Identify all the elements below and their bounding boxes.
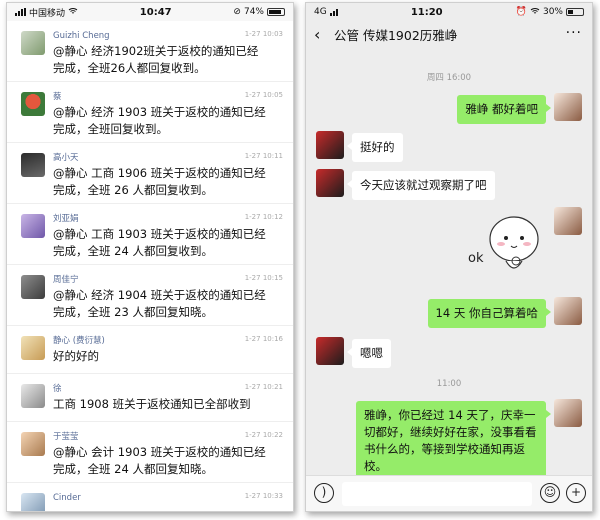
clock: 10:47 [139, 6, 172, 18]
contact-avatar[interactable] [316, 131, 344, 159]
battery-percent: 74% [243, 7, 264, 17]
comment-row[interactable]: 蔡 1-27 10:05 @静心 经济 1903 班关于返校的通知已经完成，全班… [7, 82, 293, 143]
message-area: 周四 16:00 雅峥 都好着吧 挺好的 今天应该就过观察期了吧 ok 14 天… [306, 47, 592, 481]
status-bar: 中国移动 10:47 ⊘ 74% [7, 3, 293, 21]
comment-row[interactable]: 徐 1-27 10:21 工商 1908 班关于返校通知已全部收到 [7, 374, 293, 422]
avatar[interactable] [21, 493, 45, 511]
chat-title: 公管 传媒1902历雅峥 [334, 27, 458, 43]
signal-icon [329, 8, 338, 16]
message-input[interactable] [342, 482, 532, 506]
comment-time: 1-27 10:16 [244, 335, 283, 343]
contact-avatar[interactable] [316, 169, 344, 197]
avatar[interactable] [21, 31, 45, 55]
back-arrow-icon[interactable]: ‹ [314, 25, 328, 44]
message-timestamp: 周四 16:00 [426, 73, 472, 83]
received-message[interactable]: 挺好的 [347, 133, 403, 162]
avatar[interactable] [21, 214, 45, 238]
comment-time: 1-27 10:15 [244, 274, 283, 282]
avatar[interactable] [21, 153, 45, 177]
comments-screen: 中国移动 10:47 ⊘ 74% Guizhi Cheng 1-27 10:03… [6, 2, 294, 512]
comment-text: @静心 会计 1903 班关于返校的通知已经完成，全班 24 人都回复知晓。 [53, 445, 266, 476]
avatar[interactable] [21, 336, 45, 360]
sent-message[interactable]: 14 天 你自己算着哈 [427, 299, 552, 328]
avatar[interactable] [21, 275, 45, 299]
network-type: 4G [314, 7, 327, 17]
comment-text: @静心 工商 1906 班关于返校的通知已经完成，全班 26 人都回复收到。 [53, 166, 266, 197]
comment-row[interactable]: 静心 (费衍慧) 1-27 10:16 好的好的 [7, 326, 293, 374]
wifi-icon [530, 7, 540, 18]
comment-row[interactable]: 刘亚娟 1-27 10:12 @静心 工商 1903 班关于返校的通知已经完成，… [7, 204, 293, 265]
my-avatar[interactable] [554, 399, 582, 427]
signal-icon [15, 8, 26, 16]
chat-screen: 4G 11:20 ⏰ 30% ‹ 公管 传媒1902历雅峥 ··· 周四 16:… [305, 2, 593, 512]
emoji-icon[interactable]: ☺ [540, 483, 560, 503]
battery-percent: 30% [542, 7, 563, 17]
comment-text: 工商 1908 班关于返校通知已全部收到 [53, 397, 251, 411]
comment-time: 1-27 10:11 [244, 152, 283, 160]
sent-message[interactable]: 雅峥 都好着吧 [457, 95, 551, 124]
wifi-icon [68, 7, 78, 18]
carrier: 中国移动 [29, 8, 66, 19]
my-avatar[interactable] [554, 297, 582, 325]
battery-icon [566, 8, 584, 16]
comment-time: 1-27 10:22 [244, 431, 283, 439]
comment-row[interactable]: Guizhi Cheng 1-27 10:03 @静心 经济1902班关于返校的… [7, 21, 293, 82]
comment-text: @静心 工商 1903 班关于返校的通知已经完成，全班 24 人都回复收到。 [53, 227, 266, 258]
comment-row[interactable]: Cinder 1-27 10:33 [7, 483, 293, 511]
alarm-icon: ⏰ [515, 7, 527, 17]
add-icon[interactable]: + [566, 483, 586, 503]
comment-text: @静心 经济 1904 班关于返校的通知已经完成，全班 23 人都回复知晓。 [53, 288, 266, 319]
comment-row[interactable]: 高小天 1-27 10:11 @静心 工商 1906 班关于返校的通知已经完成，… [7, 143, 293, 204]
comment-time: 1-27 10:05 [244, 91, 283, 99]
my-avatar[interactable] [554, 93, 582, 121]
avatar[interactable] [21, 384, 45, 408]
ok-sticker[interactable]: ok [466, 211, 546, 281]
input-bar: ) ☺ + [306, 475, 592, 511]
comment-time: 1-27 10:03 [244, 30, 283, 38]
contact-avatar[interactable] [316, 337, 344, 365]
avatar[interactable] [21, 432, 45, 456]
comment-text: @静心 经济 1903 班关于返校的通知已经完成，全班回复收到。 [53, 105, 266, 136]
lock-rotation-icon: ⊘ [233, 7, 241, 17]
comment-text: 好的好的 [53, 349, 99, 363]
sticker-text: ok [468, 251, 484, 266]
comment-time: 1-27 10:21 [244, 383, 283, 391]
status-bar: 4G 11:20 ⏰ 30% [306, 3, 592, 21]
avatar[interactable] [21, 92, 45, 116]
my-avatar[interactable] [554, 207, 582, 235]
chat-header: ‹ 公管 传媒1902历雅峥 ··· [306, 21, 592, 47]
comment-text: @静心 经济1902班关于返校的通知已经完成，全班26人都回复收到。 [53, 44, 259, 75]
sent-message[interactable]: 雅峥，你已经过 14 天了，庆幸一切都好，继续好好在家，没事看看书什么的，等接到… [356, 401, 551, 481]
received-message[interactable]: 嗯嗯 [347, 339, 391, 368]
comment-time: 1-27 10:12 [244, 213, 283, 221]
message-timestamp: 11:00 [436, 379, 462, 389]
comment-time: 1-27 10:33 [244, 492, 283, 500]
more-options-icon[interactable]: ··· [566, 25, 582, 41]
clock: 11:20 [410, 6, 443, 18]
received-message[interactable]: 今天应该就过观察期了吧 [347, 171, 495, 200]
comment-row[interactable]: 周佳宁 1-27 10:15 @静心 经济 1904 班关于返校的通知已经完成，… [7, 265, 293, 326]
battery-icon [266, 8, 285, 16]
voice-icon[interactable]: ) [314, 483, 334, 503]
comment-row[interactable]: 于莹莹 1-27 10:22 @静心 会计 1903 班关于返校的通知已经完成，… [7, 422, 293, 483]
